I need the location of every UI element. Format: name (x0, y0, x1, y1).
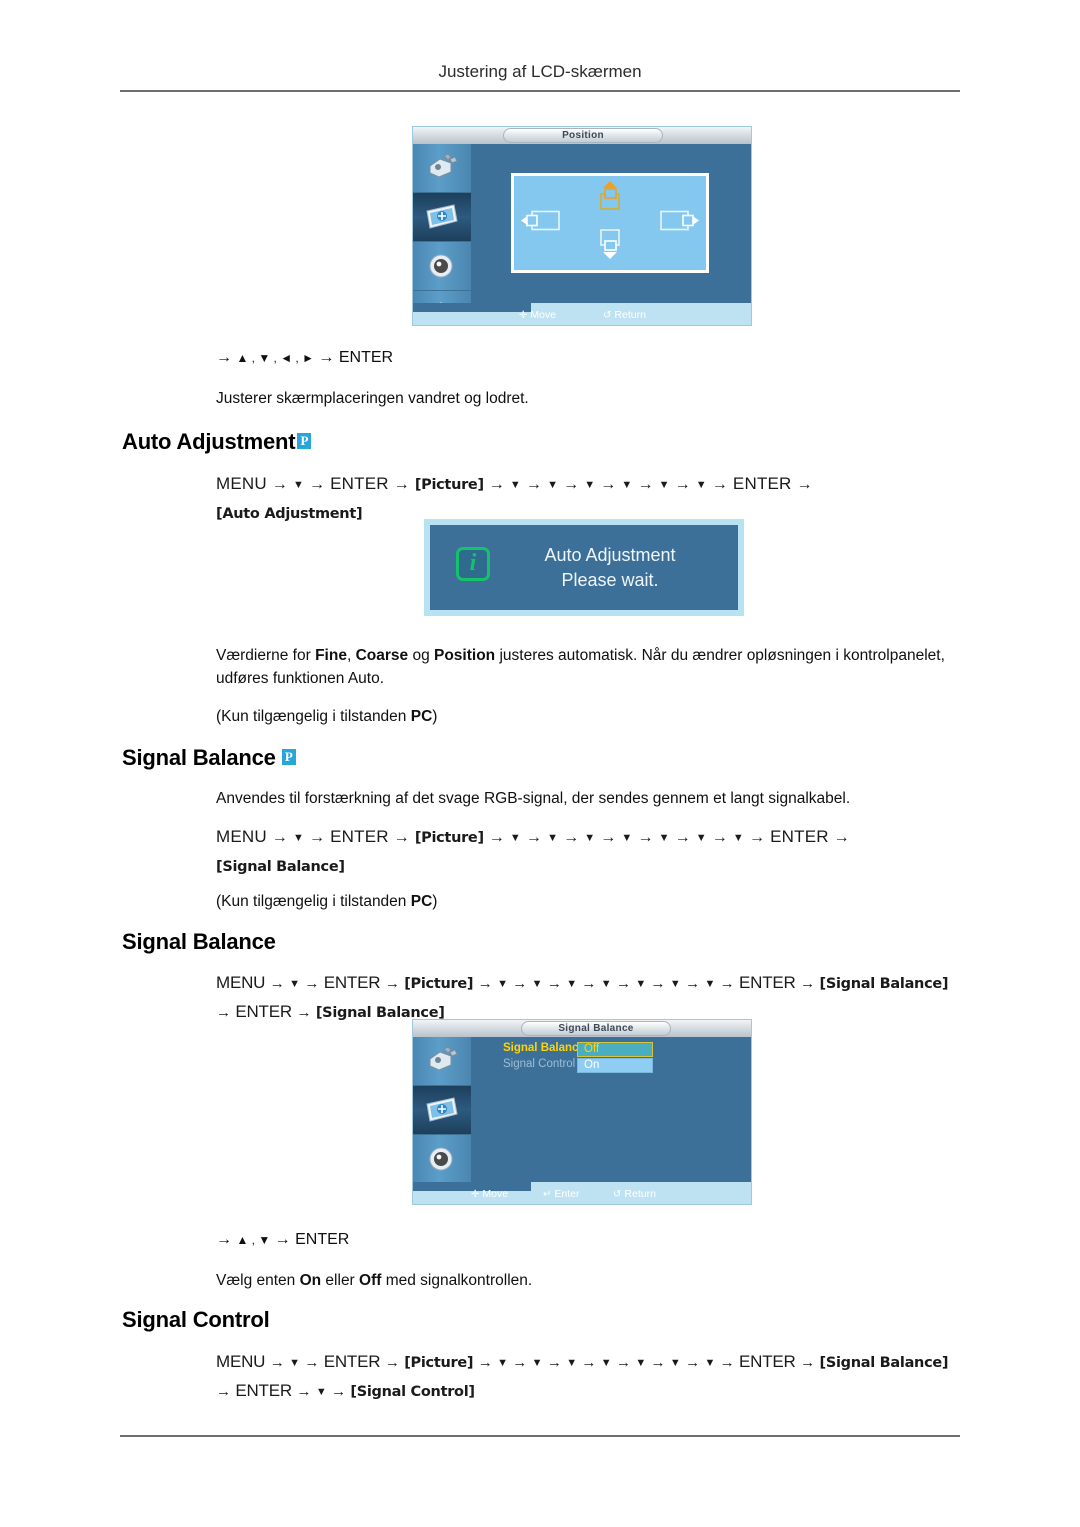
osd-sidebar (413, 144, 471, 325)
footer-return: ↺ Return (613, 1188, 656, 1200)
signal-balance-1-path-line2: [Signal Balance] (216, 859, 345, 875)
osd-title-signal-balance: Signal Balance (521, 1021, 671, 1036)
auto-adjustment-path-line2: [Auto Adjustment] (216, 506, 363, 522)
auto-adjustment-path-line1: MENU → ▼ → ENTER → [Picture] → ▼ → ▼ → ▼… (216, 474, 813, 493)
signal-balance-2-description: Vælg enten On eller Off med signalkontro… (216, 1272, 533, 1289)
position-up-indicator (590, 180, 630, 219)
osd-footer: ✛ Move ↺ Return (413, 303, 751, 325)
position-down-indicator (590, 227, 630, 266)
position-description: Justerer skærmplaceringen vandret og lod… (216, 390, 529, 407)
enter-icon: ↵ (543, 1189, 552, 1200)
signal-balance-1-availability: (Kun tilgængelig i tilstanden PC) (216, 893, 438, 910)
picture-icon[interactable] (413, 1086, 471, 1135)
auto-adjustment-dialog: i Auto Adjustment Please wait. (424, 519, 744, 616)
input-plug-icon[interactable] (413, 144, 471, 193)
move-icon: ✛ (471, 1189, 480, 1200)
info-icon: i (456, 547, 490, 581)
osd-option-off[interactable]: Off (577, 1042, 653, 1057)
return-icon: ↺ (603, 310, 612, 321)
osd-screenshot-position: Position ✛ Move ↺ Return (412, 126, 752, 326)
signal-balance-1-path: MENU → ▼ → ENTER → [Picture] → ▼ → ▼ → ▼… (216, 823, 976, 881)
footer-divider (120, 1435, 960, 1437)
auto-adjustment-description: Værdierne for Fine, Coarse og Position j… (216, 647, 945, 687)
signal-balance-1-description: Anvendes til forstærkning af det svage R… (216, 790, 851, 807)
pc-badge-icon: P (297, 433, 312, 449)
osd-footer: ✛ Move ↵ Enter ↺ Return (413, 1182, 751, 1204)
signal-control-path-line1: MENU → ▼ → ENTER → [Picture] → ▼ → ▼ → ▼… (216, 1352, 949, 1371)
signal-balance-1-path-line1: MENU → ▼ → ENTER → [Picture] → ▼ → ▼ → ▼… (216, 827, 850, 846)
signal-balance-2-path-line1: MENU → ▼ → ENTER → [Picture] → ▼ → ▼ → ▼… (216, 973, 949, 992)
osd-sidebar (413, 1037, 471, 1204)
position-left-indicator (520, 207, 562, 240)
osd-screenshot-signal-balance: Signal Balance Signal Balance Signal Con… (412, 1019, 752, 1205)
footer-move: ✛ Move (519, 309, 557, 321)
heading-signal-balance-1: Signal Balance P (122, 745, 296, 771)
pc-badge-icon: P (281, 749, 296, 765)
footer-enter: ↵ Enter (543, 1188, 580, 1200)
signal-control-path-line2: → ENTER → ▼ → [Signal Control] (216, 1381, 475, 1400)
heading-signal-control: Signal Control (122, 1307, 270, 1332)
input-plug-icon[interactable] (413, 1037, 471, 1086)
heading-signal-balance-2: Signal Balance (122, 929, 276, 954)
move-icon: ✛ (519, 310, 528, 321)
signal-balance-2-path-line2: → ENTER → [Signal Balance] (216, 1002, 445, 1021)
heading-auto-adjustment: Auto Adjustment P (122, 429, 312, 455)
signal-control-path: MENU → ▼ → ENTER → [Picture] → ▼ → ▼ → ▼… (216, 1348, 996, 1406)
auto-adjustment-availability: (Kun tilgængelig i tilstanden PC) (216, 708, 438, 725)
footer-return: ↺ Return (603, 309, 646, 321)
sound-speaker-icon[interactable] (413, 242, 471, 291)
osd-option-on[interactable]: On (577, 1058, 653, 1073)
position-right-indicator (658, 207, 700, 240)
position-nav-line: → ▲ , ▼ , ◄ , ► → ENTER (216, 349, 394, 366)
return-icon: ↺ (613, 1189, 622, 1200)
position-adjust-illustration (511, 173, 709, 273)
sound-speaker-icon[interactable] (413, 1135, 471, 1184)
picture-icon[interactable] (413, 193, 471, 242)
position-nav-keys: ▲ , ▼ , ◄ , ► (236, 351, 314, 365)
osd-title-position: Position (503, 128, 663, 143)
page-header-title: Justering af LCD-skærmen (438, 62, 642, 81)
footer-notch (413, 303, 531, 312)
manual-page: Justering af LCD-skærmen Position ✛ Move… (0, 0, 1080, 1527)
footer-move: ✛ Move (471, 1188, 509, 1200)
auto-adjustment-dialog-message: Auto Adjustment Please wait. (544, 545, 676, 590)
header-divider (120, 90, 960, 92)
signal-balance-2-nav-line: → ▲ , ▼ → ENTER (216, 1231, 350, 1248)
signal-balance-2-nav-keys: ▲ , ▼ (236, 1233, 271, 1247)
